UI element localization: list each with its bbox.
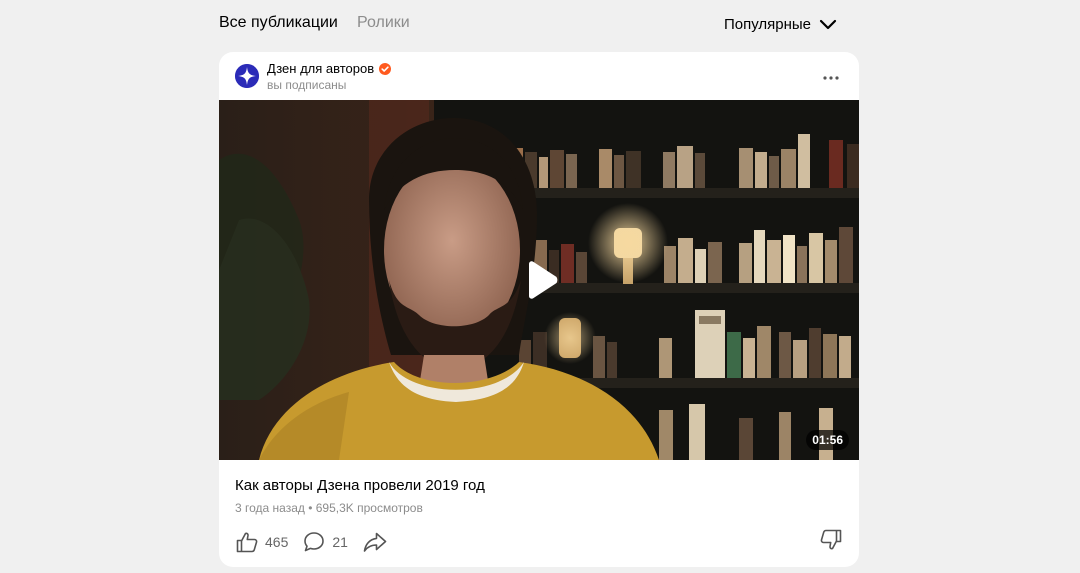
like-button[interactable]: 465	[235, 530, 288, 554]
share-icon	[362, 530, 388, 554]
more-dots-icon	[823, 67, 839, 85]
dislike-button[interactable]	[819, 528, 843, 552]
post-title[interactable]: Как авторы Дзена провели 2019 год	[235, 476, 485, 496]
chevron-down-icon	[819, 19, 837, 31]
play-icon	[523, 261, 559, 304]
sort-dropdown[interactable]: Популярные	[724, 15, 837, 35]
tab-videos[interactable]: Ролики	[357, 13, 410, 33]
comment-icon	[302, 530, 326, 554]
like-count: 465	[265, 534, 289, 550]
tab-all-publications[interactable]: Все публикации	[219, 13, 338, 33]
thumb-down-icon	[819, 528, 843, 552]
channel-name: Дзен для авторов	[267, 61, 375, 76]
sort-label: Популярные	[723, 16, 811, 33]
post-card: Дзен для авторов вы подписаны 01:56 Как …	[219, 52, 859, 567]
play-button[interactable]	[523, 260, 559, 300]
subscription-status: вы подписаны	[267, 78, 347, 92]
video-duration: 01:56	[806, 430, 849, 450]
comment-count: 21	[332, 534, 348, 550]
share-button[interactable]	[362, 530, 388, 554]
thumb-up-icon	[235, 530, 259, 554]
post-actions: 465 21	[235, 528, 402, 556]
post-header: Дзен для авторов вы подписаны	[219, 52, 859, 100]
channel-avatar[interactable]	[235, 64, 259, 88]
more-options-button[interactable]	[821, 66, 841, 86]
zen-star-icon	[235, 64, 259, 88]
post-meta: 3 года назад • 695,3K просмотров	[235, 501, 423, 515]
comments-button[interactable]: 21	[302, 530, 348, 554]
video-player[interactable]: 01:56	[219, 100, 859, 460]
channel-name-link[interactable]: Дзен для авторов	[267, 61, 392, 77]
publications-filter-bar: Все публикации Ролики Популярные	[219, 0, 859, 50]
verified-badge-icon	[379, 63, 392, 75]
